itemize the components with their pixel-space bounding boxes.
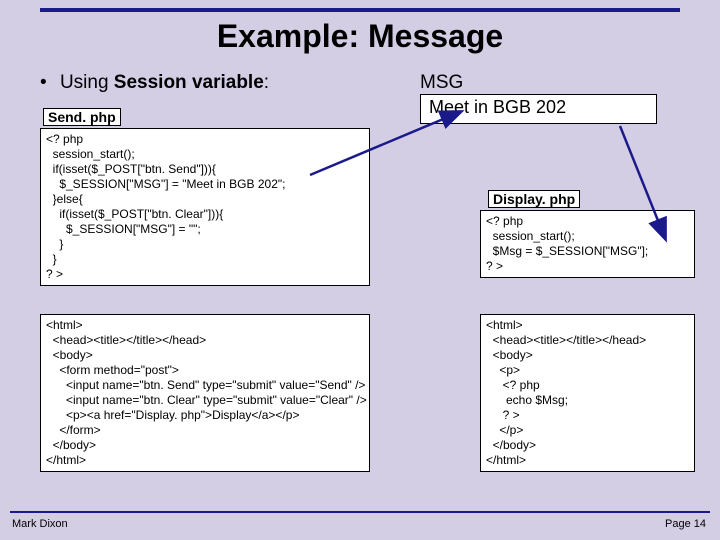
footer-author: Mark Dixon [12,518,68,530]
top-rule [40,8,680,12]
display-code-top: <? php session_start(); $Msg = $_SESSION… [480,210,695,278]
msg-value-box: Meet in BGB 202 [420,94,657,124]
bullet-dot: • [40,72,47,93]
display-php-label: Display. php [488,190,580,208]
slide-title: Example: Message [0,18,720,55]
send-code-top: <? php session_start(); if(isset($_POST[… [40,128,370,286]
bottom-rule [10,511,710,513]
bullet-bold: Session variable [114,72,264,93]
bullet-prefix: Using [60,72,114,93]
msg-label: MSG [420,72,463,94]
send-php-label: Send. php [43,108,121,126]
send-code-bottom: <html> <head><title></title></head> <bod… [40,314,370,472]
footer-page: Page 14 [665,518,706,530]
bullet-usage: • Using Session variable: [40,72,269,94]
bullet-suffix: : [264,72,269,93]
display-code-bottom: <html> <head><title></title></head> <bod… [480,314,695,472]
